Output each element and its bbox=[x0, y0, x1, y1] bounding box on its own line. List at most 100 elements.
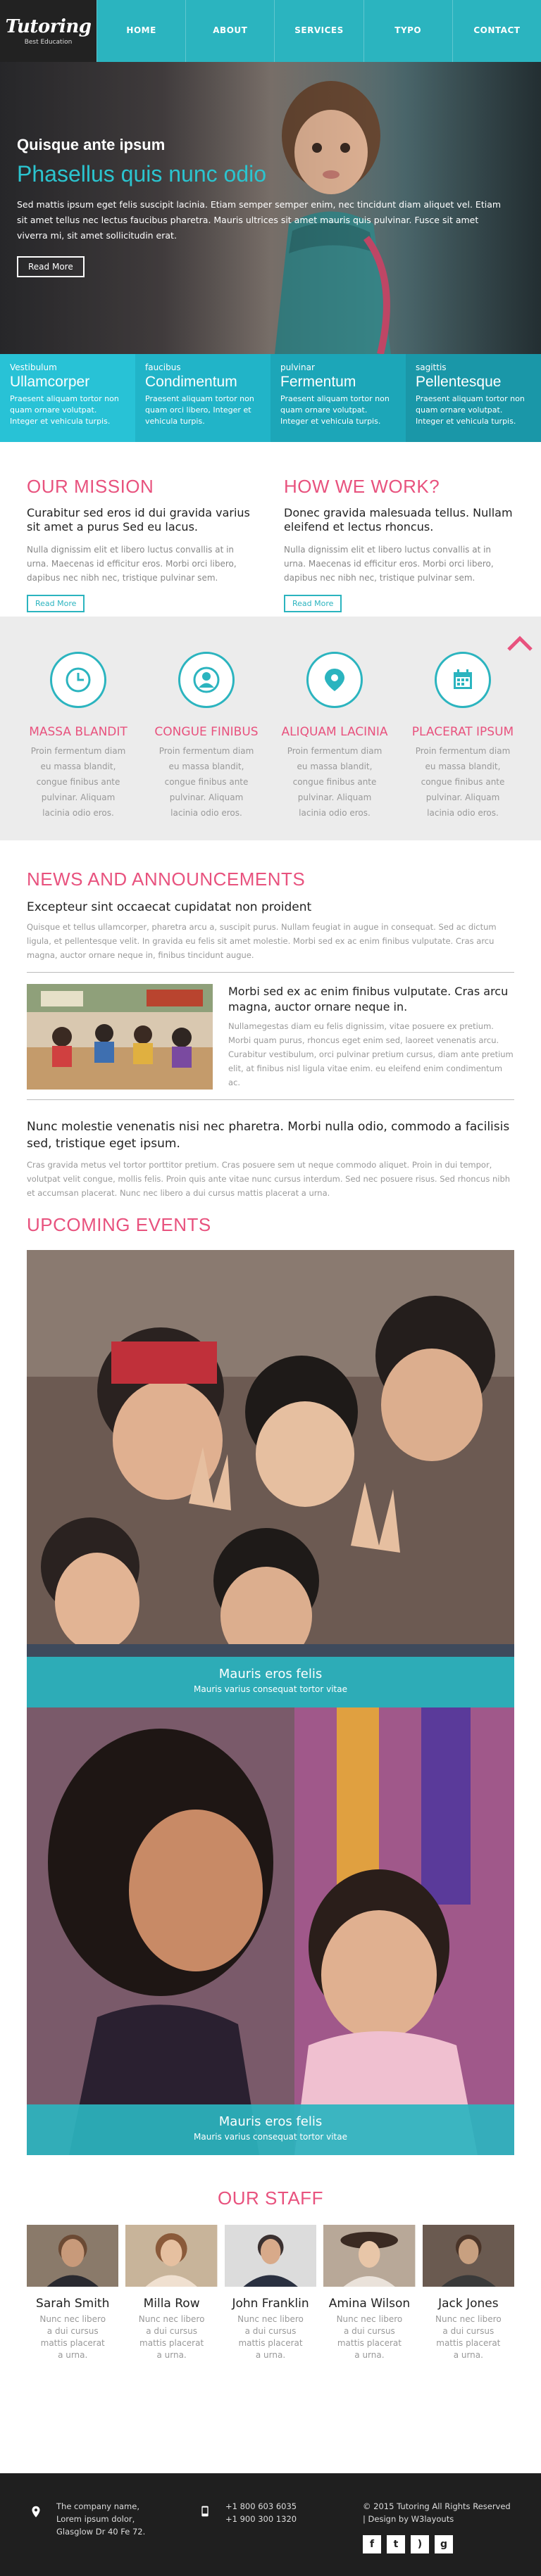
hero-heading: Quisque ante ipsum bbox=[17, 136, 166, 153]
event-subtitle: Mauris varius consequat tortor vitae bbox=[194, 2132, 347, 2142]
staff-photo bbox=[323, 2225, 416, 2287]
news-classroom-image bbox=[27, 984, 213, 1090]
staff-photo bbox=[125, 2225, 218, 2287]
service-title: CONGUE FINIBUS bbox=[154, 725, 259, 739]
footer-address-text: The company name, Lorem ipsum dolor, Gla… bbox=[56, 2500, 145, 2576]
feature-label: faucibus bbox=[145, 362, 181, 372]
footer-phone-text: +1 800 603 6035 +1 900 300 1320 bbox=[225, 2500, 297, 2576]
phone-icon bbox=[201, 2506, 209, 2517]
staff-name: Amina Wilson bbox=[328, 2297, 411, 2311]
service-item: CONGUE FINIBUS Proin fermentum diam eu m… bbox=[145, 652, 268, 840]
staff-photo bbox=[422, 2225, 515, 2287]
calendar-icon bbox=[435, 652, 491, 708]
feature-box: faucibus Condimentum Praesent aliquam to… bbox=[135, 354, 270, 442]
rss-icon[interactable]: ) bbox=[411, 2535, 429, 2553]
staff-card[interactable]: Sarah Smith Nunc nec libero a dui cursus… bbox=[27, 2225, 119, 2361]
staff-card[interactable]: Jack Jones Nunc nec libero a dui cursus … bbox=[422, 2225, 515, 2361]
service-item: MASSA BLANDIT Proin fermentum diam eu ma… bbox=[17, 652, 139, 840]
nav-typo[interactable]: TYPO bbox=[363, 0, 452, 62]
event-title: Mauris eros felis bbox=[218, 1667, 323, 1681]
staff-name: John Franklin bbox=[232, 2297, 309, 2311]
feature-label: Vestibulum bbox=[10, 362, 57, 372]
mission-column: OUR MISSION Curabitur sed eros id dui gr… bbox=[27, 476, 257, 617]
footer: The company name, Lorem ipsum dolor, Gla… bbox=[0, 2473, 541, 2576]
feature-title: Ullamcorper bbox=[10, 374, 90, 390]
feature-label: pulvinar bbox=[280, 362, 315, 372]
staff-list: Sarah Smith Nunc nec libero a dui cursus… bbox=[27, 2225, 515, 2361]
news-text-2: Cras gravida metus vel tortor porttitor … bbox=[27, 1160, 511, 1198]
event-caption: Mauris eros felis Mauris varius consequa… bbox=[27, 2104, 514, 2155]
staff-section: OUR STAFF Sarah Smith Nunc nec libero a … bbox=[0, 2155, 541, 2361]
event-card[interactable]: Mauris eros felis Mauris varius consequa… bbox=[27, 1707, 514, 2155]
facebook-icon[interactable]: f bbox=[363, 2535, 381, 2553]
hero-read-more-button[interactable]: Read More bbox=[17, 256, 85, 277]
news-section: NEWS AND ANNOUNCEMENTS Excepteur sint oc… bbox=[0, 840, 541, 1200]
service-title: PLACERAT IPSUM bbox=[411, 725, 514, 739]
mission-read-more-button[interactable]: Read More bbox=[27, 595, 85, 612]
mission-lead: Curabitur sed eros id dui gravida varius… bbox=[27, 506, 250, 533]
staff-text: Nunc nec libero a dui cursus mattis plac… bbox=[138, 2314, 205, 2360]
service-item: ALIQUAM LACINIA Proin fermentum diam eu … bbox=[273, 652, 396, 840]
footer-phone-line: +1 900 300 1320 bbox=[225, 2514, 297, 2524]
staff-title: OUR STAFF bbox=[218, 2187, 323, 2209]
mission-section: OUR MISSION Curabitur sed eros id dui gr… bbox=[0, 442, 541, 617]
feature-label: sagittis bbox=[416, 362, 447, 372]
nav-about[interactable]: ABOUT bbox=[185, 0, 274, 62]
main-nav: HOME ABOUT SERVICES TYPO CONTACT bbox=[97, 0, 541, 62]
hero-banner: Quisque ante ipsum Phasellus quis nunc o… bbox=[0, 62, 541, 354]
staff-card[interactable]: Milla Row Nunc nec libero a dui cursus m… bbox=[125, 2225, 218, 2361]
logo[interactable]: Tutoring Best Education bbox=[0, 0, 97, 62]
staff-card[interactable]: Amina Wilson Nunc nec libero a dui cursu… bbox=[323, 2225, 416, 2361]
feature-text: Praesent aliquam tortor non quam orci li… bbox=[145, 394, 254, 426]
footer-phone-line: +1 800 603 6035 bbox=[225, 2501, 297, 2511]
footer-phone: +1 800 603 6035 +1 900 300 1320 bbox=[197, 2500, 363, 2576]
news-item-heading: Morbi sed ex ac enim finibus vulputate. … bbox=[228, 985, 509, 1014]
feature-box: pulvinar Fermentum Praesent aliquam tort… bbox=[270, 354, 406, 442]
events-section: UPCOMING EVENTS Mauris eros felis Mauris… bbox=[0, 1200, 541, 2155]
staff-text: Nunc nec libero a dui cursus mattis plac… bbox=[435, 2314, 502, 2360]
mission-title: OUR MISSION bbox=[27, 476, 154, 497]
news-lead: Excepteur sint occaecat cupidatat non pr… bbox=[27, 900, 312, 914]
header: Tutoring Best Education HOME ABOUT SERVI… bbox=[0, 0, 541, 62]
how-text: Nulla dignissim elit et libero luctus co… bbox=[284, 545, 494, 583]
service-title: MASSA BLANDIT bbox=[29, 725, 128, 739]
footer-credit[interactable]: | Design by W3layouts bbox=[363, 2513, 511, 2525]
how-read-more-button[interactable]: Read More bbox=[284, 595, 342, 612]
clock-icon bbox=[50, 652, 106, 708]
twitter-icon[interactable]: t bbox=[387, 2535, 405, 2553]
news-title: NEWS AND ANNOUNCEMENTS bbox=[27, 869, 306, 890]
nav-home[interactable]: HOME bbox=[97, 0, 185, 62]
service-title: ALIQUAM LACINIA bbox=[281, 725, 388, 739]
feature-title: Pellentesque bbox=[416, 374, 502, 390]
feature-text: Praesent aliquam tortor non quam ornare … bbox=[10, 394, 119, 426]
map-marker-icon bbox=[32, 2506, 40, 2518]
google-plus-icon[interactable]: g bbox=[435, 2535, 453, 2553]
service-item: PLACERAT IPSUM Proin fermentum diam eu m… bbox=[402, 652, 524, 840]
feature-title: Fermentum bbox=[280, 374, 356, 390]
mission-text: Nulla dignissim elit et libero luctus co… bbox=[27, 545, 237, 583]
hero-subheading: Phasellus quis nunc odio bbox=[17, 161, 267, 187]
page: Tutoring Best Education HOME ABOUT SERVI… bbox=[0, 0, 541, 2576]
event-title: Mauris eros felis bbox=[218, 2114, 323, 2129]
event-card[interactable]: Mauris eros felis Mauris varius consequa… bbox=[27, 1250, 514, 1707]
nav-contact[interactable]: CONTACT bbox=[452, 0, 541, 62]
service-text: Proin fermentum diam eu massa blandit, c… bbox=[158, 746, 254, 818]
footer-address-line: Glasglow Dr 40 Fe 72. bbox=[56, 2527, 146, 2537]
logo-title: Tutoring bbox=[5, 16, 92, 37]
service-text: Proin fermentum diam eu massa blandit, c… bbox=[415, 746, 511, 818]
events-title: UPCOMING EVENTS bbox=[27, 1214, 211, 1235]
scroll-up-icon[interactable] bbox=[506, 634, 534, 654]
staff-photo bbox=[224, 2225, 317, 2287]
news-lead-2: Nunc molestie venenatis nisi nec pharetr… bbox=[27, 1120, 510, 1151]
event-children-photo bbox=[27, 1250, 514, 1707]
user-icon bbox=[178, 652, 235, 708]
news-item: Morbi sed ex ac enim finibus vulputate. … bbox=[27, 984, 514, 1090]
logo-subtitle: Best Education bbox=[24, 39, 73, 46]
event-girls-photo bbox=[27, 1707, 514, 2155]
news-item-body: Morbi sed ex ac enim finibus vulputate. … bbox=[228, 984, 514, 1090]
hero-text: Sed mattis ipsum eget felis suscipit lac… bbox=[17, 199, 502, 241]
footer-address-line: The company name, bbox=[56, 2501, 139, 2511]
feature-text: Praesent aliquam tortor non quam ornare … bbox=[416, 394, 525, 426]
staff-card[interactable]: John Franklin Nunc nec libero a dui curs… bbox=[224, 2225, 317, 2361]
nav-services[interactable]: SERVICES bbox=[274, 0, 363, 62]
